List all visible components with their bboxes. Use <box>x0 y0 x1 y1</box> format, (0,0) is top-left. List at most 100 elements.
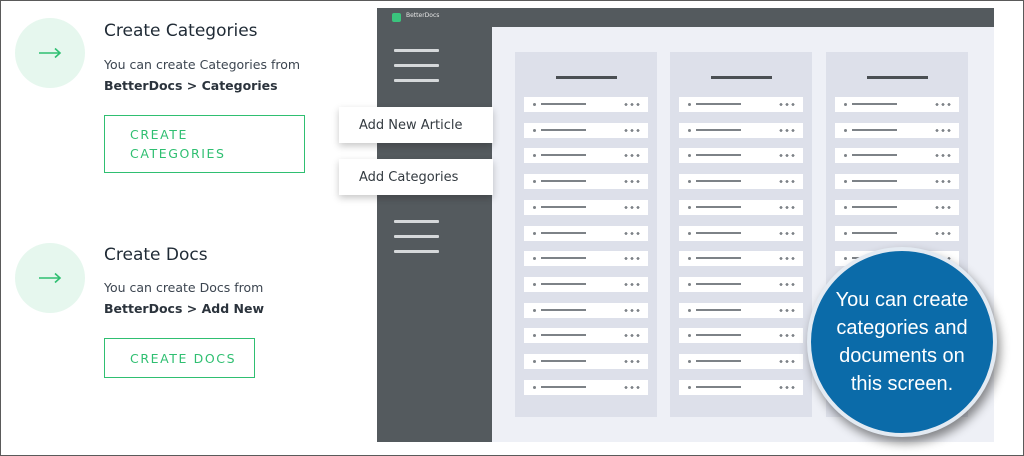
bullet-icon <box>533 360 536 363</box>
bullet-icon <box>688 103 691 106</box>
more-options-icon <box>623 154 640 158</box>
menu-line <box>394 79 439 82</box>
create-docs-button[interactable]: CREATE DOCS <box>104 338 255 378</box>
more-options-icon <box>934 103 951 106</box>
doc-title-line <box>541 128 586 131</box>
more-options-icon <box>623 360 640 363</box>
doc-row <box>524 251 648 267</box>
doc-row <box>679 251 803 267</box>
doc-title-line <box>696 128 741 131</box>
column-header-line <box>711 76 772 79</box>
doc-title-line <box>852 231 897 234</box>
doc-title-line <box>541 154 586 157</box>
doc-row <box>524 302 648 318</box>
more-options-icon <box>623 128 640 132</box>
more-options-icon <box>778 128 795 132</box>
more-options-icon <box>778 360 795 363</box>
bullet-icon <box>533 282 536 286</box>
doc-title-line <box>696 308 741 311</box>
doc-row <box>679 174 803 190</box>
bullet-icon <box>533 205 536 209</box>
more-options-icon <box>934 205 951 209</box>
step-arrow-circle <box>15 18 85 88</box>
step-title-categories: Create Categories <box>104 21 258 41</box>
doc-title-line <box>696 385 741 388</box>
more-options-icon <box>623 385 640 389</box>
menu-line <box>394 220 439 223</box>
add-categories-menu-item[interactable]: Add Categories <box>339 159 493 195</box>
bullet-icon <box>844 103 847 106</box>
bullet-icon <box>533 231 536 235</box>
bullet-icon <box>688 205 691 209</box>
bullet-icon <box>688 257 691 261</box>
doc-title-line <box>541 360 586 362</box>
doc-row <box>679 97 803 112</box>
doc-title-line <box>541 334 586 337</box>
more-options-icon <box>778 385 795 389</box>
menu-line <box>394 64 439 67</box>
doc-row <box>679 122 803 138</box>
bullet-icon <box>533 103 536 106</box>
doc-row <box>835 122 959 138</box>
doc-title-line <box>852 103 897 105</box>
app-titlebar: BetterDocs <box>377 8 994 27</box>
more-options-icon <box>778 334 795 338</box>
more-options-icon <box>778 257 795 261</box>
bullet-icon <box>844 154 847 158</box>
step-desc-path: BetterDocs > Categories <box>104 78 278 93</box>
more-options-icon <box>778 154 795 158</box>
doc-title-line <box>696 180 741 183</box>
doc-title-line <box>541 103 586 105</box>
doc-title-line <box>541 231 586 234</box>
doc-title-line <box>696 205 741 208</box>
step-desc-line: You can create Categories from <box>104 57 301 72</box>
bullet-icon <box>688 180 691 184</box>
create-categories-button[interactable]: CREATE CATEGORIES <box>104 115 305 173</box>
doc-title-line <box>852 180 897 183</box>
menu-line <box>394 49 439 52</box>
callout-bubble: You can create categories and documents … <box>807 247 997 437</box>
bullet-icon <box>688 231 691 235</box>
doc-row <box>679 302 803 318</box>
bullet-icon <box>844 205 847 209</box>
doc-title-line <box>541 385 586 388</box>
column-header-line <box>867 76 928 79</box>
doc-title-line <box>696 334 741 337</box>
step-desc-path: BetterDocs > Add New <box>104 301 264 316</box>
more-options-icon <box>623 334 640 338</box>
doc-row <box>679 328 803 344</box>
doc-title-line <box>852 205 897 208</box>
more-options-icon <box>623 180 640 184</box>
bullet-icon <box>688 308 691 312</box>
more-options-icon <box>778 103 795 106</box>
more-options-icon <box>623 308 640 312</box>
add-new-article-menu-item[interactable]: Add New Article <box>339 107 493 143</box>
doc-title-line <box>696 282 741 285</box>
more-options-icon <box>934 128 951 132</box>
bullet-icon <box>533 128 536 132</box>
more-options-icon <box>778 231 795 235</box>
doc-row <box>524 225 648 241</box>
doc-title-line <box>696 231 741 234</box>
menu-line <box>394 235 439 238</box>
doc-row <box>679 354 803 369</box>
bullet-icon <box>688 282 691 286</box>
column-header-line <box>556 76 617 79</box>
bullet-icon <box>844 180 847 184</box>
bullet-icon <box>688 128 691 132</box>
more-options-icon <box>623 282 640 286</box>
button-label: CREATE DOCS <box>130 350 237 366</box>
doc-title-line <box>696 360 741 362</box>
bullet-icon <box>533 154 536 158</box>
category-column <box>670 52 812 417</box>
doc-row <box>524 122 648 138</box>
doc-row <box>524 276 648 292</box>
doc-title-line <box>541 205 586 208</box>
bullet-icon <box>533 180 536 184</box>
bullet-icon <box>533 308 536 312</box>
app-sidebar <box>377 27 492 442</box>
doc-row <box>524 199 648 215</box>
step-title-docs: Create Docs <box>104 245 208 265</box>
app-title: BetterDocs <box>406 12 440 19</box>
bullet-icon <box>688 360 691 363</box>
